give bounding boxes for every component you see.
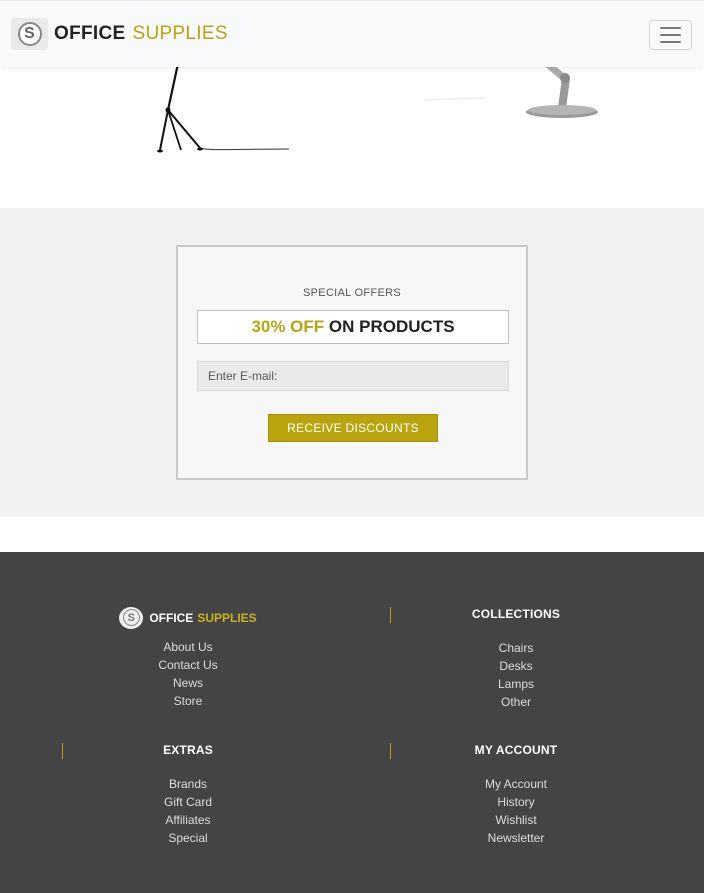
- footer-link-newsletter[interactable]: Newsletter: [415, 829, 617, 847]
- footer-link-about-us[interactable]: About Us: [87, 638, 289, 656]
- discount-text: ON PRODUCTS: [328, 317, 455, 336]
- top-navbar: S OFFICE SUPPLIES: [0, 0, 704, 67]
- footer-link-store[interactable]: Store: [87, 692, 289, 710]
- collections-heading: COLLECTIONS: [471, 607, 561, 621]
- footer-brand-word-supplies: SUPPLIES: [197, 610, 257, 625]
- footer-link-special[interactable]: Special: [87, 829, 289, 847]
- footer-divider: [62, 743, 63, 759]
- footer-divider: [390, 607, 391, 623]
- footer-brand-word-office: OFFICE: [149, 610, 194, 625]
- footer-logo-letter: S: [122, 609, 140, 626]
- footer: S OFFICE SUPPLIES About Us Contact Us Ne…: [0, 552, 704, 893]
- footer-link-my-account[interactable]: My Account: [415, 775, 617, 793]
- footer-divider: [390, 743, 391, 759]
- footer-logo-icon: S: [119, 606, 144, 629]
- footer-link-gift-card[interactable]: Gift Card: [87, 793, 289, 811]
- special-offers-label: SPECIAL OFFERS: [303, 287, 401, 299]
- footer-brand[interactable]: S OFFICE SUPPLIES: [87, 606, 289, 629]
- receive-discounts-button[interactable]: RECEIVE DISCOUNTS: [268, 414, 438, 442]
- email-field[interactable]: [197, 361, 509, 391]
- footer-brand-column: S OFFICE SUPPLIES About Us Contact Us Ne…: [87, 606, 289, 710]
- footer-link-history[interactable]: History: [415, 793, 617, 811]
- footer-account-column: MY ACCOUNT My Account History Wishlist N…: [415, 743, 617, 847]
- footer-collections-column: COLLECTIONS Chairs Desks Lamps Other: [415, 607, 617, 711]
- footer-link-other[interactable]: Other: [415, 693, 617, 711]
- footer-link-desks[interactable]: Desks: [415, 657, 617, 675]
- footer-link-affiliates[interactable]: Affiliates: [87, 811, 289, 829]
- special-offers-box: SPECIAL OFFERS 30% OFF ON PRODUCTS RECEI…: [176, 245, 528, 480]
- footer-link-chairs[interactable]: Chairs: [415, 639, 617, 657]
- footer-extras-column: EXTRAS Brands Gift Card Affiliates Speci…: [87, 743, 289, 847]
- footer-link-news[interactable]: News: [87, 674, 289, 692]
- hamburger-menu-icon[interactable]: [649, 20, 692, 50]
- special-offers-section: SPECIAL OFFERS 30% OFF ON PRODUCTS RECEI…: [0, 208, 704, 517]
- logo-icon: S: [11, 18, 48, 50]
- logo-letter: S: [17, 22, 42, 46]
- discount-banner: 30% OFF ON PRODUCTS: [197, 310, 509, 344]
- footer-link-lamps[interactable]: Lamps: [415, 675, 617, 693]
- discount-percent: 30% OFF: [251, 317, 325, 336]
- brand-link[interactable]: S OFFICE SUPPLIES: [11, 18, 228, 50]
- footer-link-contact-us[interactable]: Contact Us: [87, 656, 289, 674]
- footer-link-brands[interactable]: Brands: [87, 775, 289, 793]
- my-account-heading: MY ACCOUNT: [474, 743, 558, 757]
- brand-word-office: OFFICE: [54, 23, 126, 44]
- footer-link-wishlist[interactable]: Wishlist: [415, 811, 617, 829]
- extras-heading: EXTRAS: [163, 743, 213, 757]
- brand-word-supplies: SUPPLIES: [132, 23, 228, 44]
